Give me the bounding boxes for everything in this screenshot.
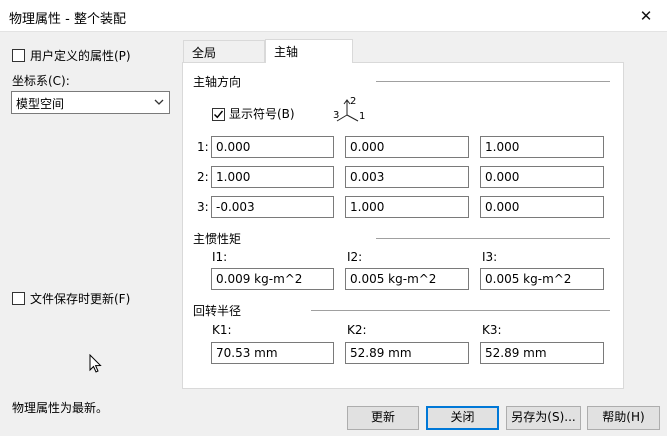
field-value: 1.000 [216, 170, 251, 184]
chevron-down-icon [154, 99, 164, 105]
user-defined-checkbox[interactable] [12, 49, 25, 62]
show-symbol-checkbox[interactable] [212, 108, 225, 121]
tab-principal-axes[interactable]: 主轴 [265, 39, 353, 63]
field-value: -0.003 [216, 200, 255, 214]
user-defined-label: 用户定义的属性(P) [30, 49, 131, 63]
row-label-3: 3: [197, 200, 209, 214]
i1-field[interactable]: 0.009 kg-m^2 [211, 268, 334, 290]
i3-label: I3: [482, 250, 498, 264]
update-on-save-checkbox[interactable] [12, 292, 25, 305]
field-value: 0.005 kg-m^2 [350, 272, 437, 286]
axis1-y-field[interactable]: 0.000 [345, 136, 469, 158]
close-dialog-button[interactable]: 关闭 [426, 406, 499, 430]
triad-label-2: 2 [350, 96, 357, 107]
i1-label: I1: [212, 250, 228, 264]
k1-label: K1: [212, 323, 232, 337]
axes-direction-title: 主轴方向 [193, 75, 242, 89]
divider [311, 310, 610, 311]
field-value: 1.000 [350, 200, 385, 214]
field-value: 0.000 [485, 200, 520, 214]
tab-global[interactable]: 全局 [183, 40, 265, 62]
divider [376, 81, 610, 82]
update-button[interactable]: 更新 [347, 406, 419, 430]
i3-field[interactable]: 0.005 kg-m^2 [480, 268, 604, 290]
i2-field[interactable]: 0.005 kg-m^2 [345, 268, 469, 290]
checkmark-icon [214, 110, 224, 119]
k2-label: K2: [347, 323, 367, 337]
field-value: 0.003 [350, 170, 385, 184]
field-value: 70.53 mm [216, 346, 278, 360]
triad-label-1: 1 [359, 111, 366, 122]
axis3-x-field[interactable]: -0.003 [211, 196, 334, 218]
field-value: 1.000 [485, 140, 520, 154]
k2-field[interactable]: 52.89 mm [345, 342, 469, 364]
coord-system-value: 模型空间 [16, 97, 65, 111]
axis2-z-field[interactable]: 0.000 [480, 166, 604, 188]
axis2-y-field[interactable]: 0.003 [345, 166, 469, 188]
axis3-y-field[interactable]: 1.000 [345, 196, 469, 218]
close-button[interactable]: ✕ [628, 2, 664, 30]
field-value: 0.000 [350, 140, 385, 154]
coord-system-select[interactable]: 模型空间 [11, 91, 170, 114]
save-as-button[interactable]: 另存为(S)... [506, 406, 581, 430]
row-label-1: 1: [197, 140, 209, 154]
axis-triad-icon: 2 3 1 [332, 96, 368, 126]
status-text: 物理属性为最新。 [12, 401, 109, 415]
gyration-title: 回转半径 [193, 304, 242, 318]
axis1-z-field[interactable]: 1.000 [480, 136, 604, 158]
i2-label: I2: [347, 250, 363, 264]
k3-label: K3: [482, 323, 502, 337]
field-value: 0.000 [216, 140, 251, 154]
axis2-x-field[interactable]: 1.000 [211, 166, 334, 188]
row-label-2: 2: [197, 170, 209, 184]
axis1-x-field[interactable]: 0.000 [211, 136, 334, 158]
triad-label-3: 3 [333, 110, 340, 121]
title-bar: 物理属性 - 整个装配 ✕ [0, 0, 667, 32]
help-button[interactable]: 帮助(H) [587, 406, 660, 430]
field-value: 52.89 mm [485, 346, 547, 360]
mouse-cursor-icon [89, 354, 102, 373]
tab-global-label: 全局 [192, 46, 217, 60]
window-title: 物理属性 - 整个装配 [9, 12, 126, 27]
field-value: 0.009 kg-m^2 [216, 272, 303, 286]
axis3-z-field[interactable]: 0.000 [480, 196, 604, 218]
inertia-title: 主惯性矩 [193, 232, 242, 246]
k1-field[interactable]: 70.53 mm [211, 342, 334, 364]
field-value: 0.005 kg-m^2 [485, 272, 572, 286]
field-value: 0.000 [485, 170, 520, 184]
tab-principal-axes-label: 主轴 [274, 45, 299, 59]
update-on-save-label: 文件保存时更新(F) [30, 292, 131, 306]
show-symbol-label: 显示符号(B) [229, 107, 295, 121]
k3-field[interactable]: 52.89 mm [480, 342, 604, 364]
coord-system-label: 坐标系(C): [12, 74, 70, 88]
divider [376, 238, 610, 239]
field-value: 52.89 mm [350, 346, 412, 360]
